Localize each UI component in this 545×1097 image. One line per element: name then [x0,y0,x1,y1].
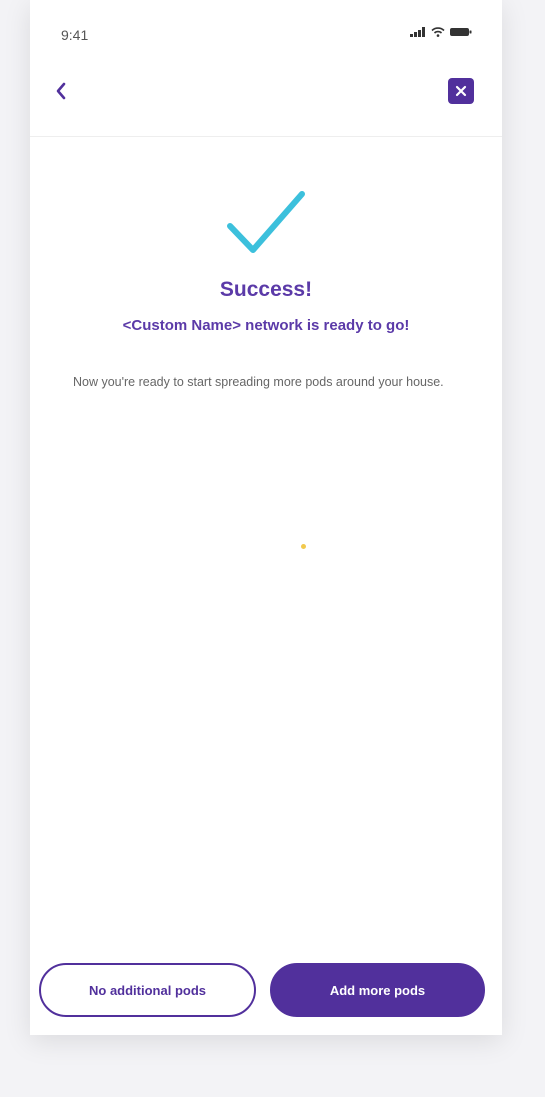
nav-bar [30,62,502,137]
network-ready-subtitle: <Custom Name> network is ready to go! [122,317,410,334]
loading-dot [301,544,306,549]
success-title: Success! [219,278,313,301]
status-bar: 9:41 [30,0,502,62]
action-footer: No additional pods Add more pods [30,960,502,1024]
status-icons [410,27,472,37]
battery-icon [450,28,472,36]
back-button[interactable] [46,76,76,106]
no-additional-pods-button[interactable]: No additional pods [39,963,256,1017]
phone-screen: 9:41 Success! <Custom Name> network is r… [30,0,502,1035]
status-time: 9:41 [61,27,89,43]
close-icon [455,85,467,97]
wifi-icon [431,27,445,37]
instructions-text: Now you're ready to start spreading more… [73,375,444,389]
close-button[interactable] [448,78,474,104]
chevron-left-icon [56,82,66,100]
signal-icon [410,27,425,37]
checkmark-icon [227,191,305,253]
add-more-pods-button[interactable]: Add more pods [270,963,485,1017]
